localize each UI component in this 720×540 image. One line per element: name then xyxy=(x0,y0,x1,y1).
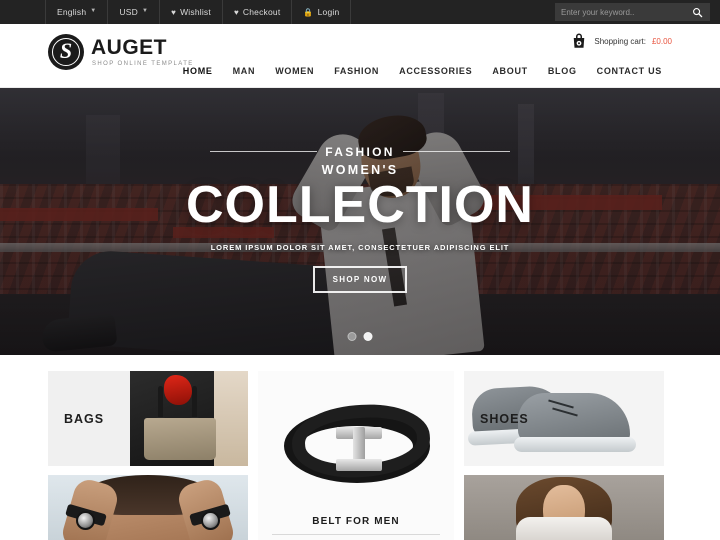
shop-now-button[interactable]: SHOP NOW xyxy=(312,265,408,293)
nav-item-man[interactable]: MAN xyxy=(223,66,266,76)
logo-name: AUGET xyxy=(91,36,167,59)
category-label-belt: BELT FOR MEN xyxy=(312,516,400,527)
bag-backdrop-light xyxy=(214,371,248,466)
checkout-label: Checkout xyxy=(242,7,281,17)
top-utility-bar: English ▼ USD ▼ ♥ Wishlist ♥ Checkout 🔒 … xyxy=(0,0,720,24)
search-box[interactable] xyxy=(555,3,710,21)
checkout-link[interactable]: ♥ Checkout xyxy=(223,0,293,24)
hero-rule-right xyxy=(402,151,511,152)
currency-label: USD xyxy=(119,7,138,17)
main-navigation: HOME MAN WOMEN FASHION ACCESSORIES ABOUT… xyxy=(173,66,672,76)
language-selector[interactable]: English ▼ xyxy=(45,0,109,24)
search-input[interactable] xyxy=(561,7,691,17)
watch-dial-right xyxy=(201,511,220,530)
category-card-model[interactable] xyxy=(464,475,664,540)
shoe-sole-front xyxy=(514,437,636,452)
top-bar-links: English ▼ USD ▼ ♥ Wishlist ♥ Checkout 🔒 … xyxy=(45,0,352,24)
bag-body xyxy=(144,418,216,460)
nav-item-blog[interactable]: BLOG xyxy=(538,66,587,76)
cart-total: £0.00 xyxy=(651,36,672,46)
logo[interactable]: S AUGET SHOP ONLINE TEMPLATE xyxy=(48,34,194,70)
wishlist-label: Wishlist xyxy=(180,7,211,17)
shopping-cart[interactable]: Shopping cart: £0.00 xyxy=(570,32,672,50)
site-header: S AUGET SHOP ONLINE TEMPLATE Shopping ca… xyxy=(0,24,720,88)
hero-rule-left xyxy=(210,151,318,152)
bag-scarf xyxy=(164,375,192,405)
category-card-bags[interactable]: BAGS xyxy=(48,371,248,466)
nav-item-home[interactable]: HOME xyxy=(173,66,223,76)
category-label-shoes: SHOES xyxy=(480,411,529,426)
slider-dots xyxy=(347,332,373,341)
category-card-watches[interactable] xyxy=(48,475,248,540)
search-button[interactable] xyxy=(691,6,704,19)
hero-kicker-row: FASHION xyxy=(210,144,511,159)
bag-illustration xyxy=(130,371,248,466)
bag-handle-left xyxy=(156,386,165,426)
bag-handle-right xyxy=(190,386,199,426)
watch-dial-left xyxy=(76,511,95,530)
hero-content: FASHION WOMEN'S COLLECTION LOREM IPSUM D… xyxy=(0,88,720,355)
logo-letter: S xyxy=(59,38,73,63)
hero-kicker: FASHION xyxy=(325,144,395,159)
belt-buckle xyxy=(336,427,382,471)
login-label: Login xyxy=(317,7,340,17)
hero-subtitle: LOREM IPSUM DOLOR SIT AMET, CONSECTETUER… xyxy=(210,242,510,252)
chevron-down-icon: ▼ xyxy=(141,8,149,14)
category-card-belt[interactable]: BELT FOR MEN xyxy=(258,371,454,540)
nav-item-about[interactable]: ABOUT xyxy=(482,66,538,76)
category-card-shoes[interactable]: SHOES xyxy=(464,371,664,466)
category-label-bags: BAGS xyxy=(64,411,105,426)
category-grid: BAGS BELT FOR MEN SHOES xyxy=(0,355,720,540)
belt-illustration xyxy=(258,393,454,501)
shoe-front xyxy=(518,393,630,443)
slider-dot-2[interactable] xyxy=(363,332,373,341)
logo-text: AUGET SHOP ONLINE TEMPLATE xyxy=(91,37,194,67)
category-column-center: BELT FOR MEN xyxy=(258,371,454,540)
nav-item-women[interactable]: WOMEN xyxy=(265,66,324,76)
category-column-right: SHOES xyxy=(464,371,664,540)
belt-divider xyxy=(272,534,440,535)
language-label: English xyxy=(57,7,87,17)
shopping-bag-icon xyxy=(574,33,585,48)
nav-item-fashion[interactable]: FASHION xyxy=(324,66,389,76)
hero-title: COLLECTION xyxy=(186,175,534,234)
search-icon xyxy=(693,7,703,17)
hero-slider[interactable]: FASHION WOMEN'S COLLECTION LOREM IPSUM D… xyxy=(0,88,720,355)
model-illustration xyxy=(464,475,664,540)
heart-icon: ♥ xyxy=(233,7,239,17)
cart-label: Shopping cart: xyxy=(594,36,646,46)
wishlist-link[interactable]: ♥ Wishlist xyxy=(160,0,223,24)
category-column-left: BAGS xyxy=(48,371,248,540)
login-link[interactable]: 🔒 Login xyxy=(292,0,352,24)
logo-mark-icon: S xyxy=(48,34,84,70)
nav-item-contact-us[interactable]: CONTACT US xyxy=(587,66,672,76)
nav-item-accessories[interactable]: ACCESSORIES xyxy=(389,66,482,76)
chevron-down-icon: ▼ xyxy=(90,8,97,14)
hero-kicker-secondary: WOMEN'S xyxy=(321,162,399,177)
lock-icon: 🔒 xyxy=(303,7,314,17)
currency-selector[interactable]: USD ▼ xyxy=(108,0,161,24)
model-girl-top xyxy=(516,517,612,540)
watches-illustration xyxy=(48,475,248,540)
heart-icon: ♥ xyxy=(171,7,177,17)
slider-dot-1[interactable] xyxy=(347,332,357,341)
